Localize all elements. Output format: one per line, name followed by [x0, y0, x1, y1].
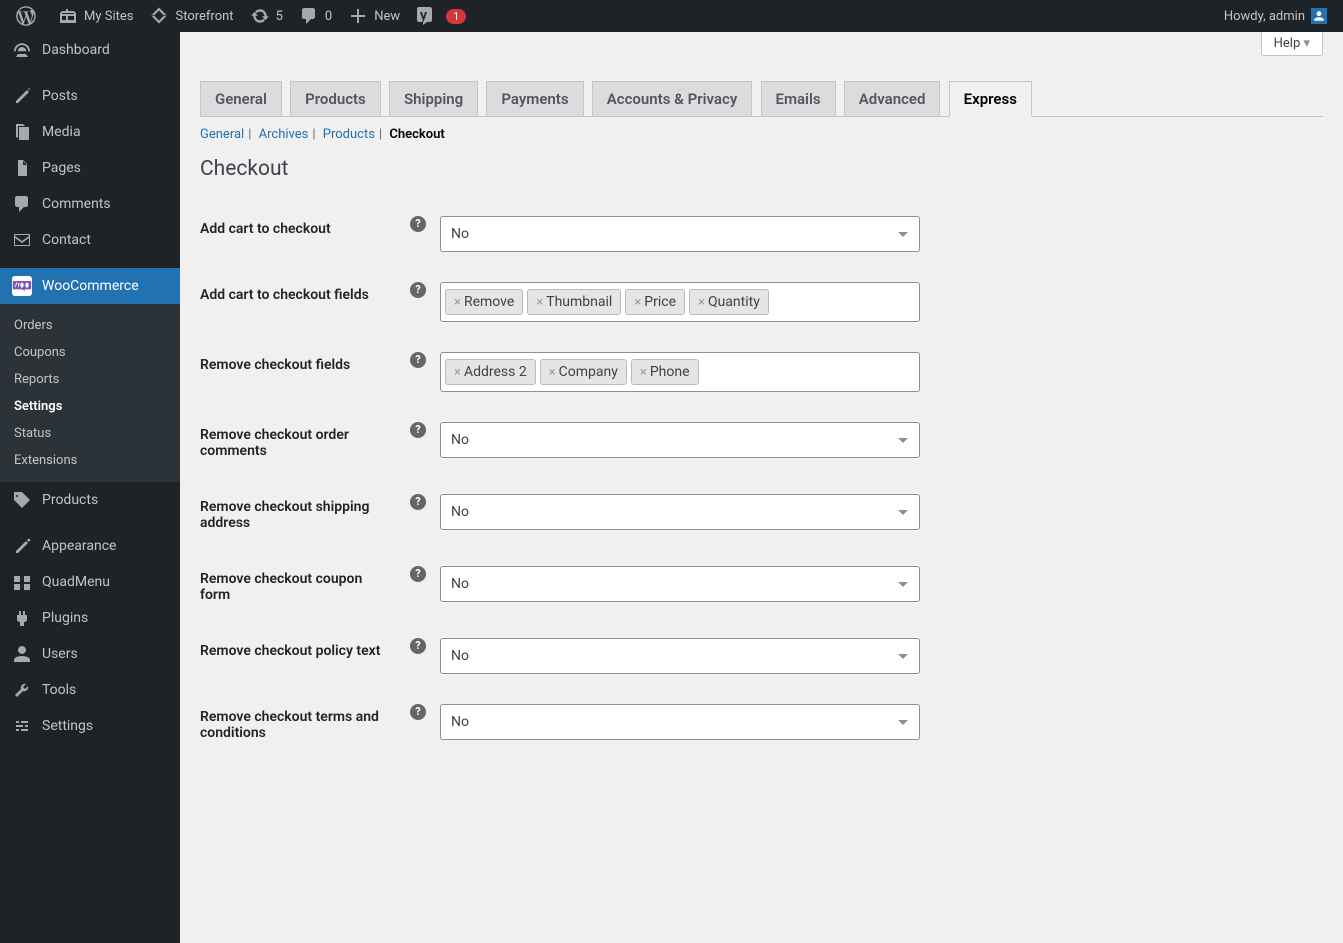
remove-chip-icon[interactable]: ×	[536, 295, 543, 310]
label-add-cart: Add cart to checkout	[200, 201, 400, 267]
menu-media[interactable]: Media	[0, 114, 180, 150]
remove-chip-icon[interactable]: ×	[698, 295, 705, 310]
updates[interactable]: 5	[242, 0, 291, 32]
tab-shipping[interactable]: Shipping	[389, 81, 478, 117]
label-remove-comments: Remove checkout order comments	[200, 407, 400, 479]
user-greeting[interactable]: Howdy, admin	[1216, 0, 1335, 32]
help-icon[interactable]: ?	[410, 282, 426, 298]
multiselect-remove-fields[interactable]: ×Address 2×Company×Phone	[440, 352, 920, 392]
subtab-archives[interactable]: Archives	[259, 127, 309, 142]
sub-coupons[interactable]: Coupons	[0, 339, 180, 366]
admin-bar: My Sites Storefront 5 0 New 1 Howdy, adm…	[0, 0, 1343, 32]
label-remove-shipping: Remove checkout shipping address	[200, 479, 400, 551]
tab-products[interactable]: Products	[290, 81, 381, 117]
comments[interactable]: 0	[291, 0, 340, 32]
tab-accounts[interactable]: Accounts & Privacy	[592, 81, 753, 117]
menu-plugins[interactable]: Plugins	[0, 600, 180, 636]
admin-sidebar: Dashboard Posts Media Pages Comments Con…	[0, 32, 180, 943]
remove-chip-icon[interactable]: ×	[454, 295, 461, 310]
chip[interactable]: ×Phone	[631, 359, 699, 385]
select-remove-coupon[interactable]: No	[440, 566, 920, 602]
section-subnav: General| Archives| Products| Checkout	[200, 127, 1323, 142]
subtab-general[interactable]: General	[200, 127, 244, 142]
menu-comments[interactable]: Comments	[0, 186, 180, 222]
help-icon[interactable]: ?	[410, 494, 426, 510]
help-icon[interactable]: ?	[410, 422, 426, 438]
label-remove-terms: Remove checkout terms and conditions	[200, 689, 400, 761]
settings-form: Add cart to checkout ? No Add cart to ch…	[200, 201, 1323, 761]
wp-logo[interactable]	[8, 0, 50, 32]
tab-payments[interactable]: Payments	[486, 81, 583, 117]
avatar	[1311, 8, 1327, 24]
tab-general[interactable]: General	[200, 81, 282, 117]
multiselect-cart-fields[interactable]: ×Remove×Thumbnail×Price×Quantity	[440, 282, 920, 322]
chip[interactable]: ×Price	[625, 289, 685, 315]
remove-chip-icon[interactable]: ×	[634, 295, 641, 310]
chip[interactable]: ×Company	[540, 359, 627, 385]
subtab-checkout: Checkout	[389, 127, 444, 142]
sub-orders[interactable]: Orders	[0, 312, 180, 339]
menu-contact[interactable]: Contact	[0, 222, 180, 258]
settings-tabs: General Products Shipping Payments Accou…	[200, 72, 1323, 117]
remove-chip-icon[interactable]: ×	[549, 365, 556, 380]
woocommerce-submenu: Orders Coupons Reports Settings Status E…	[0, 304, 180, 482]
menu-woocommerce[interactable]: WooCommerce	[0, 268, 180, 304]
yoast-badge: 1	[446, 9, 466, 24]
tab-express[interactable]: Express	[949, 81, 1032, 117]
help-icon[interactable]: ?	[410, 566, 426, 582]
label-remove-coupon: Remove checkout coupon form	[200, 551, 400, 623]
chip[interactable]: ×Quantity	[689, 289, 769, 315]
menu-pages[interactable]: Pages	[0, 150, 180, 186]
select-add-cart[interactable]: No	[440, 216, 920, 252]
new-content[interactable]: New	[340, 0, 408, 32]
subtab-products[interactable]: Products	[323, 127, 375, 142]
help-icon[interactable]: ?	[410, 216, 426, 232]
menu-products[interactable]: Products	[0, 482, 180, 518]
remove-chip-icon[interactable]: ×	[454, 365, 461, 380]
menu-posts[interactable]: Posts	[0, 78, 180, 114]
label-add-cart-fields: Add cart to checkout fields	[200, 267, 400, 337]
label-remove-fields: Remove checkout fields	[200, 337, 400, 407]
help-tab[interactable]: Help	[1261, 32, 1323, 56]
select-remove-terms[interactable]: No	[440, 704, 920, 740]
sub-status[interactable]: Status	[0, 420, 180, 447]
help-icon[interactable]: ?	[410, 638, 426, 654]
section-title: Checkout	[200, 157, 1323, 181]
sub-reports[interactable]: Reports	[0, 366, 180, 393]
site-name[interactable]: Storefront	[141, 0, 241, 32]
sub-extensions[interactable]: Extensions	[0, 447, 180, 474]
select-remove-shipping[interactable]: No	[440, 494, 920, 530]
chip[interactable]: ×Address 2	[445, 359, 536, 385]
menu-dashboard[interactable]: Dashboard	[0, 32, 180, 68]
label-remove-policy: Remove checkout policy text	[200, 623, 400, 689]
remove-chip-icon[interactable]: ×	[640, 365, 647, 380]
menu-appearance[interactable]: Appearance	[0, 528, 180, 564]
yoast-notifications[interactable]: 1	[408, 0, 474, 32]
tab-advanced[interactable]: Advanced	[844, 81, 941, 117]
menu-tools[interactable]: Tools	[0, 672, 180, 708]
menu-quadmenu[interactable]: QuadMenu	[0, 564, 180, 600]
menu-users[interactable]: Users	[0, 636, 180, 672]
sub-settings[interactable]: Settings	[0, 393, 180, 420]
menu-settings[interactable]: Settings	[0, 708, 180, 744]
my-sites[interactable]: My Sites	[50, 0, 141, 32]
content-area: Help General Products Shipping Payments …	[180, 32, 1343, 943]
select-remove-comments[interactable]: No	[440, 422, 920, 458]
chip[interactable]: ×Thumbnail	[527, 289, 621, 315]
select-remove-policy[interactable]: No	[440, 638, 920, 674]
chip[interactable]: ×Remove	[445, 289, 523, 315]
tab-emails[interactable]: Emails	[761, 81, 836, 117]
help-icon[interactable]: ?	[410, 352, 426, 368]
help-icon[interactable]: ?	[410, 704, 426, 720]
